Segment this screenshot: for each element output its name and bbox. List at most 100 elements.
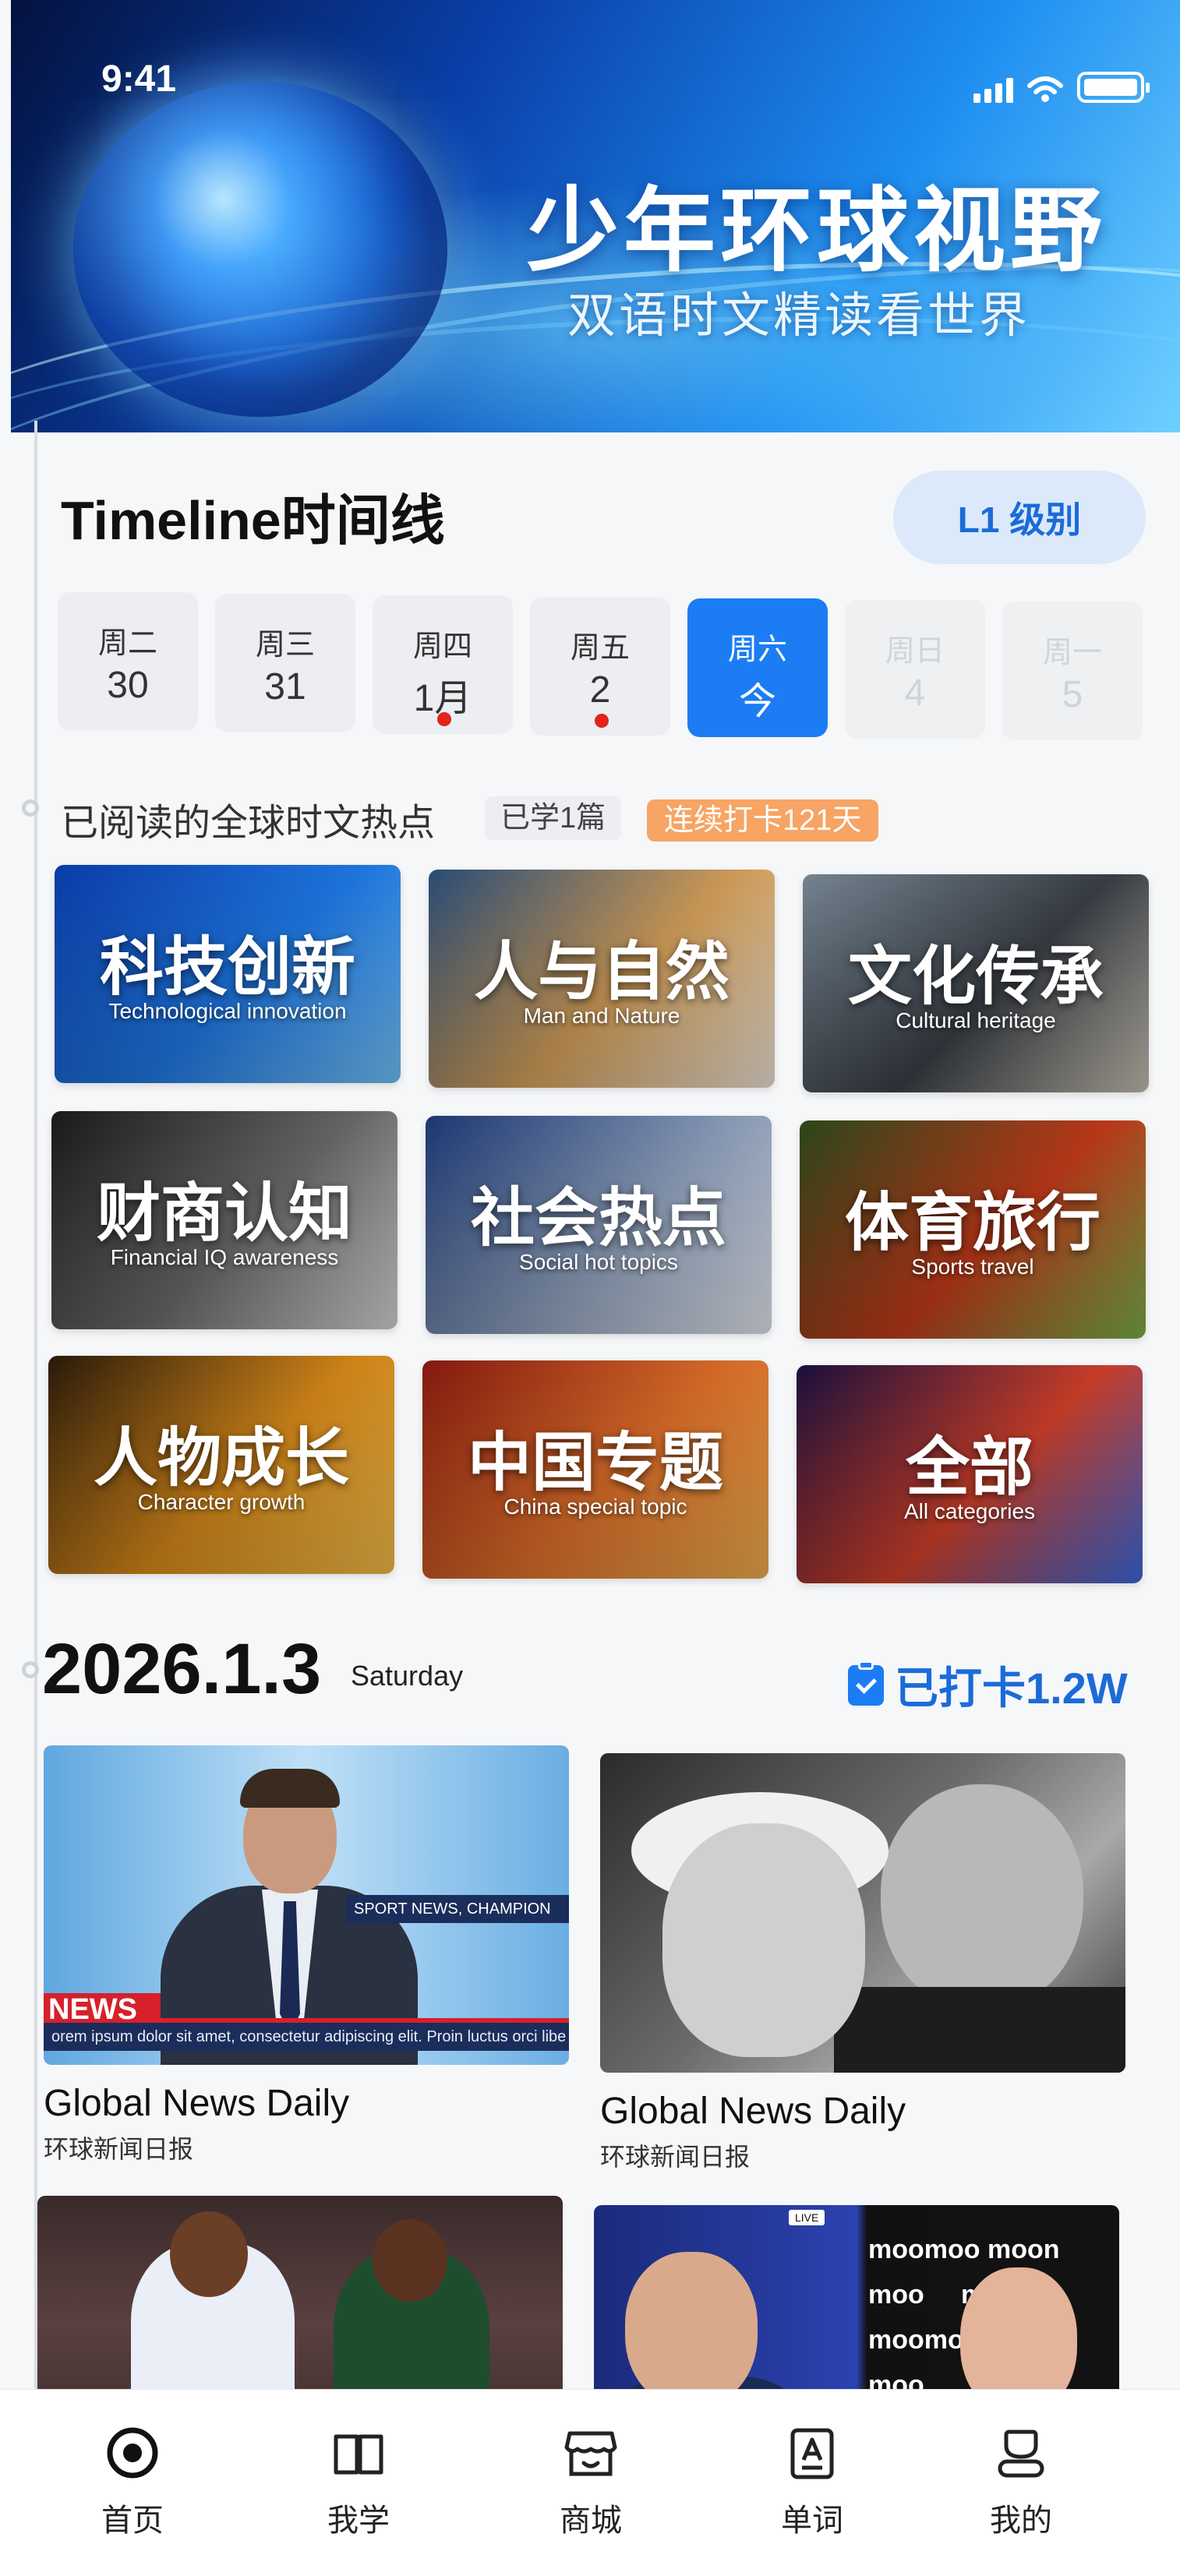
thumbnail-ticker-top: SPORT NEWS, CHAMPION [346, 1895, 569, 1923]
streak-badge: 连续打卡121天 [647, 799, 879, 842]
day-weekday: 周日 [885, 635, 945, 668]
tab-store[interactable]: 商城 [513, 2426, 669, 2540]
category-title: 财商认知 [96, 1176, 352, 1251]
level-button[interactable]: L1 级别 [893, 471, 1146, 564]
day-date: 4 [904, 672, 926, 714]
bottom-tab-bar: 首页 我学 商城 单词 我的 [0, 2389, 1180, 2576]
day-item[interactable]: 周日 4 [845, 600, 985, 739]
hero-banner: 少年环球视野 双语时文精读看世界 [11, 0, 1180, 432]
category-title: 文化传承 [847, 939, 1104, 1014]
news-thumbnail: SPORT NEWS, CHAMPION NEWS orem ipsum dol… [44, 1745, 569, 2065]
store-icon [564, 2431, 617, 2476]
status-icons [973, 72, 1150, 103]
day-item-today[interactable]: 周六 今 [687, 598, 828, 737]
tab-profile[interactable]: 我的 [943, 2426, 1099, 2540]
book-icon [334, 2434, 383, 2475]
day-weekday: 周五 [570, 632, 630, 665]
day-date: 5 [1062, 674, 1083, 715]
day-date: 30 [107, 665, 149, 706]
category-card-nature[interactable]: 人与自然 Man and Nature [429, 870, 775, 1088]
timeline-node [22, 799, 39, 817]
news-card[interactable]: SPORT NEWS, CHAMPION NEWS orem ipsum dol… [44, 1745, 569, 2165]
day-item[interactable]: 周三 31 [215, 594, 355, 732]
tab-label: 我的 [990, 2504, 1052, 2538]
category-title: 人与自然 [473, 934, 730, 1009]
tab-label: 首页 [101, 2504, 164, 2538]
globe-image [73, 82, 447, 417]
category-card-all[interactable]: 全部 All categories [797, 1365, 1143, 1583]
category-card-social[interactable]: 社会热点 Social hot topics [426, 1116, 772, 1334]
category-subtitle: Man and Nature [523, 1004, 680, 1028]
learned-count-badge: 已学1篇 [485, 796, 622, 840]
date-heading: 2026.1.3 [42, 1629, 322, 1709]
day-weekday: 周二 [97, 627, 157, 660]
day-weekday: 周四 [412, 630, 472, 663]
category-title: 社会热点 [470, 1180, 726, 1255]
day-date: 2 [589, 669, 611, 711]
day-item[interactable]: 周一 5 [1002, 602, 1143, 740]
day-date: 31 [264, 666, 306, 708]
category-card-sports[interactable]: 体育旅行 Sports travel [800, 1120, 1146, 1339]
word-card-icon [790, 2428, 834, 2479]
day-weekday: 周一 [1042, 637, 1102, 669]
tab-study[interactable]: 我学 [281, 2426, 436, 2540]
category-card-tech[interactable]: 科技创新 Technological innovation [55, 865, 401, 1083]
category-card-china[interactable]: 中国专题 China special topic [422, 1360, 768, 1579]
news-title: Global News Daily [44, 2083, 350, 2124]
app-screen: 少年环球视野 双语时文精读看世界 9:41 Timeline时间线 L1 级别 … [0, 0, 1180, 2576]
category-subtitle: China special topic [503, 1494, 687, 1519]
day-date: 今 [738, 681, 776, 722]
category-subtitle: Social hot topics [519, 1250, 678, 1274]
thumbnail-live-tag: LIVE [789, 2210, 825, 2225]
wifi-icon [1027, 76, 1063, 102]
category-subtitle: All categories [903, 1499, 1036, 1523]
category-title: 科技创新 [99, 930, 355, 1004]
read-section-title: 已阅读的全球时文热点 [61, 803, 436, 844]
day-weekday: 周三 [255, 629, 315, 662]
hero-subtitle: 双语时文精读看世界 [567, 289, 1031, 343]
clipboard-check-icon [848, 1660, 884, 1706]
tab-label: 我学 [327, 2504, 390, 2538]
category-card-growth[interactable]: 人物成长 Character growth [48, 1356, 394, 1574]
category-card-finance[interactable]: 财商认知 Financial IQ awareness [51, 1111, 397, 1329]
home-target-icon [107, 2427, 158, 2479]
tab-label: 商城 [560, 2504, 622, 2538]
day-item[interactable]: 周二 30 [58, 592, 198, 731]
category-subtitle: Technological innovation [108, 999, 347, 1023]
tab-label: 单词 [781, 2504, 843, 2538]
cellular-signal-icon [973, 78, 1013, 103]
unread-dot [437, 712, 451, 726]
unread-dot [595, 714, 609, 728]
news-title: Global News Daily [600, 2091, 906, 2132]
checkin-label: 已打卡1.2W [895, 1664, 1128, 1713]
day-item[interactable]: 周四 1月 [373, 595, 513, 734]
news-thumbnail [600, 1753, 1125, 2073]
timeline-heading: Timeline时间线 [61, 490, 445, 551]
category-subtitle: Character growth [137, 1490, 306, 1514]
category-title: 全部 [905, 1430, 1033, 1505]
category-subtitle: Financial IQ awareness [110, 1245, 339, 1269]
date-weekday: Saturday [351, 1660, 464, 1692]
battery-icon [1077, 72, 1150, 103]
timeline-rail [34, 421, 37, 2392]
day-item[interactable]: 周五 2 [530, 597, 670, 736]
thumbnail-ticker: orem ipsum dolor sit amet, consectetur a… [44, 2023, 569, 2051]
user-icon [998, 2430, 1044, 2478]
day-weekday: 周六 [727, 633, 787, 666]
category-card-culture[interactable]: 文化传承 Cultural heritage [803, 874, 1149, 1092]
tab-words[interactable]: 单词 [734, 2426, 890, 2540]
category-title: 人物成长 [93, 1420, 349, 1495]
news-card[interactable]: Global News Daily 环球新闻日报 [600, 1753, 1125, 2173]
news-subtitle: 环球新闻日报 [600, 2143, 751, 2171]
hero-title: 少年环球视野 [527, 176, 1108, 284]
category-subtitle: Cultural heritage [896, 1008, 1056, 1032]
tab-home[interactable]: 首页 [55, 2426, 210, 2540]
thumbnail-news-tag: NEWS [44, 1993, 161, 2026]
category-title: 中国专题 [467, 1425, 723, 1500]
category-subtitle: Sports travel [911, 1254, 1034, 1279]
timeline-node [22, 1661, 39, 1678]
category-title: 体育旅行 [844, 1185, 1101, 1260]
checkin-button[interactable]: 已打卡1.2W [848, 1653, 1128, 1717]
status-time: 9:41 [101, 58, 177, 100]
news-subtitle: 环球新闻日报 [44, 2135, 194, 2163]
